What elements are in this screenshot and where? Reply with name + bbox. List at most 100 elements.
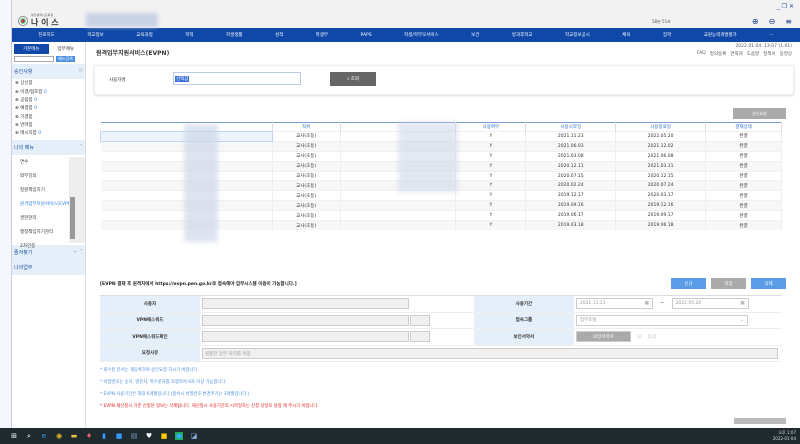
reason-input[interactable]: 원활한 업무 처리를 위함 xyxy=(202,347,778,359)
start-date-cell: 2020.07.15 xyxy=(525,170,617,181)
main-nav: 진로지도 학교정보 교육과정 학적 학생생활 성적 학생부 PAPS 학생/학부모서비스 보건 방과… xyxy=(12,28,800,42)
nav-item[interactable]: 학교정보 xyxy=(87,32,104,38)
agree-checkbox[interactable]: ☑ xyxy=(637,335,641,340)
nav-item[interactable]: 성적 xyxy=(275,32,283,38)
save-button[interactable]: 저장 xyxy=(711,278,746,289)
folder-icon[interactable]: ▬ xyxy=(70,432,78,440)
help-link[interactable]: 연락처 xyxy=(730,51,742,57)
group-label: 접속그룹 xyxy=(473,312,574,329)
note-text: * EVPN 재신청시 기존 신청된 정보는 삭제됩니다. 재신청시 사용기간의… xyxy=(100,404,319,409)
new-button[interactable]: 신규 xyxy=(671,278,706,289)
chevron-down-icon: ⌄ xyxy=(740,317,744,323)
position-cell: 교사(초등) xyxy=(272,160,341,172)
zoom-in-icon[interactable]: ⊕ xyxy=(752,17,759,26)
column-header: 사용시작일 xyxy=(525,122,617,132)
search-icon[interactable]: ⌕ xyxy=(25,432,33,440)
column-header: 사용여부 xyxy=(455,122,527,132)
search-panel: 사용자명 선택값 ⌕ 조회 xyxy=(94,65,794,95)
help-link[interactable]: FAQ xyxy=(697,51,706,57)
app-icon[interactable]: ● xyxy=(175,432,183,440)
search-button[interactable]: ⌕ 조회 xyxy=(330,72,376,86)
approval-count: 0 xyxy=(34,97,37,103)
approval-item[interactable]: ⊕ 반려함 xyxy=(12,121,85,129)
approval-label: 예결함 xyxy=(20,106,33,112)
nav-item[interactable]: PAPS xyxy=(361,33,372,38)
scrollbar[interactable] xyxy=(69,156,85,243)
my-work-title[interactable]: 나의업무 xyxy=(14,264,32,271)
chevron-up-icon[interactable]: ^ xyxy=(79,144,83,151)
emblem-icon xyxy=(18,15,28,26)
help-link[interactable]: 정의등록 xyxy=(710,51,727,57)
window-controls[interactable]: _ ❐ ✕ xyxy=(777,3,794,10)
neis-logo[interactable]: 부산광역시교육청 나 이 스 xyxy=(18,13,59,28)
start-icon[interactable]: ⊞ xyxy=(10,432,18,440)
tab-work-menu[interactable]: 업무메뉴 xyxy=(49,44,84,54)
position-cell: 교사(초등) xyxy=(272,150,341,162)
nav-item[interactable]: ··· xyxy=(769,33,773,38)
approval-item[interactable]: ⊕ 공람함 0 xyxy=(12,96,85,104)
nav-item[interactable]: 교원능력개발평가 xyxy=(704,32,737,38)
nav-item[interactable]: 보건 xyxy=(471,32,479,38)
approval-count: 0 xyxy=(43,89,47,95)
delete-button[interactable]: 삭제 xyxy=(751,278,786,289)
approval-request-button[interactable]: 승인요청 xyxy=(733,108,786,119)
app-icon[interactable]: ♥ xyxy=(145,432,153,440)
status-cell: 완결 xyxy=(705,170,782,181)
end-date-cell: 2021.03.11 xyxy=(615,160,707,172)
vpn-password-confirm-input[interactable] xyxy=(202,331,409,343)
zoom-app-icon[interactable]: ■ xyxy=(115,432,123,440)
app-icon[interactable]: ◪ xyxy=(190,432,198,440)
help-link[interactable]: 정책서 xyxy=(763,51,775,57)
menu-search-input[interactable] xyxy=(14,56,54,62)
nav-item[interactable]: 체육 xyxy=(622,32,630,38)
approval-item[interactable]: ⊕ 메시지함 0 xyxy=(12,129,85,137)
nav-item[interactable]: 방과후학교 xyxy=(512,32,533,38)
nav-item[interactable]: 장학 xyxy=(663,32,671,38)
end-date-input[interactable]: 2022.05.20 ▦ xyxy=(671,298,749,310)
zoom-out-icon[interactable]: ⊖ xyxy=(769,17,776,26)
nav-item[interactable]: 학생생활 xyxy=(226,32,243,38)
help-link[interactable]: 동영상 xyxy=(780,51,792,57)
approval-item[interactable]: ⊕ 상신함 xyxy=(12,79,85,87)
start-date-input[interactable]: 2021.11.23 ▦ xyxy=(575,298,653,310)
start-date-cell: 2019.06.17 xyxy=(525,210,617,221)
help-link[interactable]: 도움말 xyxy=(747,51,759,57)
use-flag-cell: Y xyxy=(455,190,527,201)
use-flag-cell: Y xyxy=(455,150,527,162)
name-column-blurred xyxy=(184,124,218,242)
end-date-cell: 2021.12.02 xyxy=(615,140,707,152)
vpn-password-input[interactable] xyxy=(202,314,409,326)
nav-item[interactable]: 학교정보공시 xyxy=(565,32,590,38)
column-header: 직위 xyxy=(272,122,341,132)
approval-item[interactable]: ⊕ 미결/협조함 0 xyxy=(12,87,85,95)
tab-basic-menu[interactable]: 기본메뉴 xyxy=(14,44,49,54)
group-select[interactable]: 업무포털 ⌄ xyxy=(575,314,748,326)
chrome-icon[interactable]: ◉ xyxy=(55,432,63,440)
username-input[interactable] xyxy=(173,72,301,85)
nav-item[interactable]: 학생/학부모서비스 xyxy=(404,32,439,38)
user-info-blurred xyxy=(86,13,158,27)
app-icon[interactable]: ♦ xyxy=(85,432,93,440)
clock[interactable]: 오후 1:07 2022-01-04 xyxy=(773,430,796,441)
menu-search-button[interactable]: 메뉴검색 xyxy=(56,56,75,62)
end-date-cell: 2020.12.15 xyxy=(615,170,707,181)
approval-label: 기결함 xyxy=(20,114,33,120)
refresh-icon[interactable]: ⟳ xyxy=(79,68,83,75)
document-icon[interactable]: ▤ xyxy=(130,432,138,440)
vpn-password-check xyxy=(410,314,431,326)
nav-item[interactable]: 학생부 xyxy=(316,32,328,38)
nav-item[interactable]: 학적 xyxy=(185,32,193,38)
app-icon[interactable]: ▮ xyxy=(100,432,108,440)
pledge-button[interactable]: 보안서약서 xyxy=(575,331,631,343)
approval-item[interactable]: ⊕ 예결함 0 xyxy=(12,104,85,112)
use-flag-cell: Y xyxy=(455,220,527,231)
ie-icon[interactable]: e xyxy=(40,432,48,440)
dept-cell xyxy=(340,200,457,211)
menu-icon[interactable]: ≡ xyxy=(785,17,792,26)
nav-item[interactable]: 교육과정 xyxy=(136,32,153,38)
approval-item[interactable]: ⊕ 기결함 xyxy=(12,113,85,121)
status-cell: 완결 xyxy=(705,220,782,231)
kakaotalk-icon[interactable]: ■ xyxy=(160,432,168,440)
horizontal-scrollbar[interactable] xyxy=(734,418,786,424)
nav-item[interactable]: 진로지도 xyxy=(38,32,55,38)
